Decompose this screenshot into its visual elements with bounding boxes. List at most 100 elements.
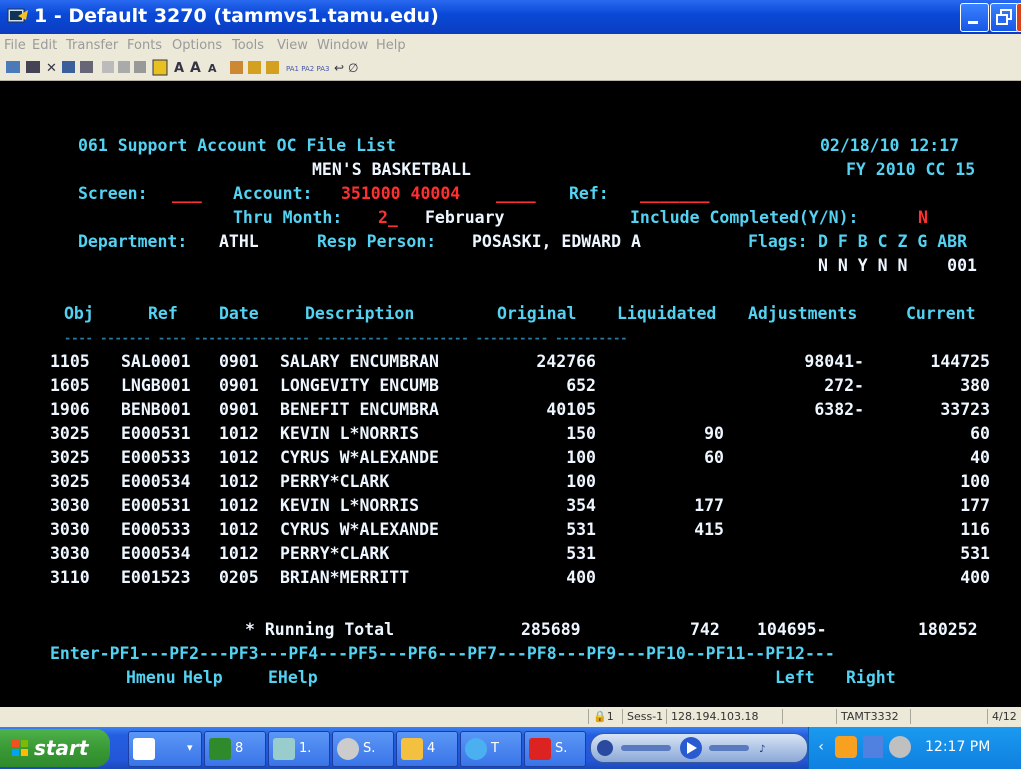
minimize-button[interactable] (960, 3, 989, 32)
cell-ref: E000531 (121, 496, 191, 515)
cursor-position: 4/12 (987, 709, 1021, 724)
task-label: T (491, 741, 499, 756)
cell-obj: 3030 (50, 544, 90, 563)
menu-options[interactable]: Options (172, 38, 222, 53)
toolbar: ✕ A A A PA1 PA2 PA3 ↩ ∅ (0, 56, 1021, 81)
svg-text:A: A (190, 60, 201, 76)
account-label: Account: (233, 184, 313, 203)
clock: 12:17 PM (925, 739, 991, 755)
total-liquidated: 742 (690, 620, 720, 639)
cell-desc: BENEFIT ENCUMBRA (280, 400, 439, 419)
terminal-screen[interactable]: 061 Support Account OC File List 02/18/1… (0, 81, 1021, 707)
cell-date: 1012 (219, 544, 259, 563)
session-number: 🔒1 (588, 709, 623, 724)
svg-text:A: A (208, 62, 217, 75)
pf-left[interactable]: Left (775, 669, 815, 687)
cell-date: 0901 (219, 352, 259, 371)
restore-icon (996, 9, 1012, 25)
pf-help[interactable]: Help (183, 669, 223, 687)
cell-obj: 3025 (50, 472, 90, 491)
running-total-label: * Running Total (245, 620, 395, 639)
menu-window[interactable]: Window (317, 38, 368, 53)
menu-transfer[interactable]: Transfer (66, 38, 118, 53)
datetime: 02/18/10 12:17 (820, 136, 960, 155)
cell-orig: 652 (566, 376, 596, 395)
cell-ref: E000533 (121, 520, 191, 539)
taskbar-ie[interactable]: T (460, 731, 522, 767)
menu-file[interactable]: File (4, 38, 26, 53)
chevron-down-icon: ▾ (187, 741, 193, 754)
total-current: 180252 (918, 620, 978, 639)
terminal-id: TAMT3332 (836, 709, 911, 724)
cell-date: 1012 (219, 448, 259, 467)
pf-hmenu[interactable]: Hmenu (126, 669, 176, 687)
screen-field[interactable]: ___ (172, 185, 202, 203)
cell-desc: SALARY ENCUMBRAN (280, 352, 439, 371)
cell-date: 1012 (219, 472, 259, 491)
taskbar-browser[interactable]: S. (332, 731, 394, 767)
terminal-icon (273, 738, 295, 760)
cell-date: 0205 (219, 568, 259, 587)
cell-obj: 3030 (50, 520, 90, 539)
menu-view[interactable]: View (277, 38, 308, 53)
tray-network-icon[interactable] (863, 736, 883, 758)
pf-ehelp[interactable]: EHelp (268, 669, 318, 687)
menu-bar: File Edit Transfer Fonts Options Tools V… (0, 34, 1021, 56)
taskbar-terminal[interactable]: 1. (268, 731, 330, 767)
include-completed-label: Include Completed(Y/N): (630, 208, 859, 227)
host-ip: 128.194.103.18 (666, 709, 783, 724)
cell-ref: E000533 (121, 448, 191, 467)
flags-label: Flags: (748, 232, 808, 251)
close-button[interactable] (1016, 3, 1021, 32)
menu-tools[interactable]: Tools (232, 38, 264, 53)
media-player-toolbar[interactable]: ♪ (590, 733, 808, 763)
ref-field[interactable]: _______ (640, 185, 710, 203)
cell-obj: 3025 (50, 448, 90, 467)
cell-obj: 3110 (50, 568, 90, 587)
svg-text:↩: ↩ (334, 61, 344, 75)
thru-month-field[interactable]: 2_ (378, 209, 398, 227)
status-blank-1 (782, 709, 837, 724)
task-label: S. (555, 741, 568, 756)
cell-ref: SAL0001 (121, 352, 191, 371)
cell-adj: 272- (824, 376, 864, 395)
pf-right[interactable]: Right (846, 669, 896, 687)
cell-date: 0901 (219, 400, 259, 419)
cell-orig: 100 (566, 472, 596, 491)
acrobat-icon (529, 738, 551, 760)
chevron-left-icon[interactable]: ‹ (817, 739, 825, 755)
word-icon (133, 738, 155, 760)
taskbar-outlook[interactable]: 4 (396, 731, 458, 767)
col-header-liquidated: Liquidated (617, 304, 717, 323)
account-field[interactable]: 351000 40004 (341, 185, 460, 203)
taskbar-word[interactable]: ▾ (128, 731, 202, 767)
maximize-button[interactable] (990, 3, 1019, 32)
pf-key-line: Enter-PF1---PF2---PF3---PF4---PF5---PF6-… (50, 644, 835, 663)
cell-cur: 116 (960, 520, 990, 539)
department-label: Department: (78, 232, 188, 251)
start-button[interactable]: start (0, 729, 110, 767)
taskbar-excel[interactable]: 8 (204, 731, 266, 767)
header-divider: ---- ------- ---- ---------------- -----… (64, 331, 628, 345)
taskbar-acrobat[interactable]: S. (524, 731, 586, 767)
cell-date: 1012 (219, 520, 259, 539)
cell-orig: 100 (566, 448, 596, 467)
cell-orig: 40105 (546, 400, 596, 419)
menu-fonts[interactable]: Fonts (127, 38, 162, 53)
fiscal-year: FY 2010 CC 15 (846, 160, 976, 179)
account-field-ext[interactable]: ____ (496, 185, 536, 203)
tray-volume-icon[interactable] (889, 736, 911, 758)
task-label: S. (363, 741, 376, 756)
cell-obj: 3025 (50, 424, 90, 443)
tray-app-icon[interactable] (835, 736, 857, 758)
svg-text:PA1 PA2 PA3: PA1 PA2 PA3 (286, 65, 330, 73)
cell-ref: E001523 (121, 568, 191, 587)
outlook-icon (401, 738, 423, 760)
cell-cur: 531 (960, 544, 990, 563)
include-completed-field[interactable]: N (918, 209, 928, 227)
menu-edit[interactable]: Edit (32, 38, 57, 53)
minimize-icon (968, 21, 978, 24)
menu-help[interactable]: Help (376, 38, 406, 53)
cell-obj: 1605 (50, 376, 90, 395)
department-value: ATHL (219, 232, 259, 251)
